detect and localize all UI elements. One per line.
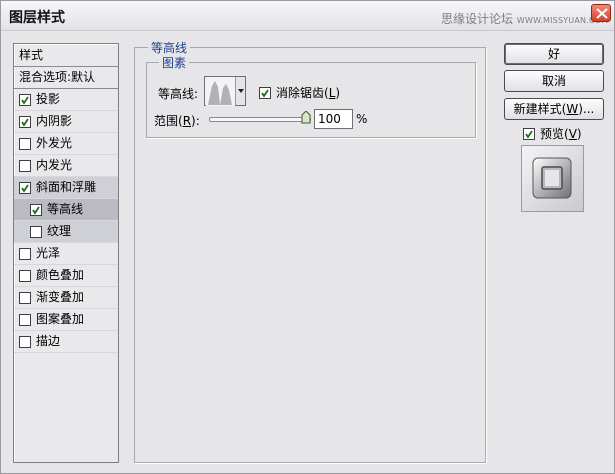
style-item-gradient-overlay[interactable]: 渐变叠加 bbox=[14, 287, 118, 309]
antialias-label: 消除锯齿(L) bbox=[276, 84, 340, 101]
ok-button[interactable]: 好 bbox=[504, 43, 604, 65]
gradient-overlay-checkbox[interactable] bbox=[19, 291, 31, 304]
preview-label-suffix: ) bbox=[576, 127, 582, 141]
style-item-drop-shadow[interactable]: 投影 bbox=[14, 89, 118, 111]
style-item-color-overlay[interactable]: 颜色叠加 bbox=[14, 265, 118, 287]
style-item-pattern-overlay[interactable]: 图案叠加 bbox=[14, 309, 118, 331]
style-item-inner-shadow[interactable]: 内阴影 bbox=[14, 111, 118, 133]
range-label-suffix: ): bbox=[191, 114, 200, 128]
style-item-label: 纹理 bbox=[47, 224, 72, 238]
texture-checkbox[interactable] bbox=[30, 225, 42, 238]
drop-shadow-checkbox[interactable] bbox=[19, 93, 31, 106]
contour-dropdown-arrow[interactable] bbox=[235, 77, 245, 105]
title-bar: 图层样式 思缘设计论坛 WWW.MISSYUAN.COM bbox=[1, 1, 614, 31]
antialias-option[interactable]: 消除锯齿(L) bbox=[259, 84, 340, 101]
antialias-label-close: ) bbox=[335, 86, 341, 100]
contour-checkbox[interactable] bbox=[30, 203, 42, 216]
range-slider[interactable] bbox=[209, 117, 311, 122]
new-style-accesskey: W bbox=[566, 102, 579, 116]
inner-shadow-checkbox[interactable] bbox=[19, 115, 31, 128]
style-item-label: 颜色叠加 bbox=[36, 268, 85, 282]
chevron-down-icon bbox=[238, 89, 244, 93]
preview-accesskey: V bbox=[568, 127, 577, 141]
pattern-overlay-checkbox[interactable] bbox=[19, 313, 31, 326]
preview-label: 预览(V) bbox=[540, 125, 582, 142]
antialias-label-text: 消除锯齿( bbox=[276, 86, 329, 100]
watermark-text: 思缘设计论坛 bbox=[441, 12, 514, 26]
contour-label: 等高线: bbox=[158, 87, 199, 101]
style-item-label: 外发光 bbox=[36, 136, 73, 150]
style-item-satin[interactable]: 光泽 bbox=[14, 243, 118, 265]
color-overlay-checkbox[interactable] bbox=[19, 269, 31, 282]
style-item-label: 内发光 bbox=[36, 158, 73, 172]
slider-thumb-icon[interactable] bbox=[301, 111, 311, 124]
stroke-checkbox[interactable] bbox=[19, 335, 31, 348]
style-item-contour[interactable]: 等高线 bbox=[14, 199, 118, 221]
style-item-label: 图案叠加 bbox=[36, 312, 85, 326]
style-item-label: 光泽 bbox=[36, 246, 61, 260]
close-button[interactable] bbox=[591, 4, 611, 22]
elements-group-title: 图素 bbox=[159, 54, 190, 71]
range-input[interactable]: 100 bbox=[314, 109, 353, 129]
style-item-texture[interactable]: 纹理 bbox=[14, 221, 118, 243]
style-item-outer-glow[interactable]: 外发光 bbox=[14, 133, 118, 155]
cancel-button[interactable]: 取消 bbox=[504, 70, 604, 92]
style-item-label: 等高线 bbox=[47, 202, 84, 216]
blend-options-item[interactable]: 混合选项:默认 bbox=[14, 67, 118, 89]
contour-picker[interactable] bbox=[204, 76, 246, 106]
contour-curve-icon bbox=[206, 78, 235, 106]
range-label-prefix: 范围( bbox=[154, 114, 183, 128]
new-style-label-prefix: 新建样式( bbox=[513, 102, 567, 116]
watermark: 思缘设计论坛 WWW.MISSYUAN.COM bbox=[441, 10, 608, 27]
satin-checkbox[interactable] bbox=[19, 247, 31, 260]
range-label: 范围(R): bbox=[154, 112, 200, 129]
new-style-label-suffix: )... bbox=[578, 102, 595, 116]
preview-option[interactable]: 预览(V) bbox=[523, 125, 582, 142]
close-icon bbox=[596, 8, 608, 19]
antialias-checkbox[interactable] bbox=[259, 86, 271, 99]
style-item-bevel-emboss[interactable]: 斜面和浮雕 bbox=[14, 177, 118, 199]
new-style-button[interactable]: 新建样式(W)... bbox=[504, 98, 604, 120]
inner-glow-checkbox[interactable] bbox=[19, 159, 31, 172]
style-item-label: 内阴影 bbox=[36, 114, 73, 128]
style-item-inner-glow[interactable]: 内发光 bbox=[14, 155, 118, 177]
preview-label-prefix: 预览( bbox=[540, 127, 569, 141]
style-item-label: 斜面和浮雕 bbox=[36, 180, 97, 194]
percent-unit: % bbox=[356, 112, 368, 126]
style-item-stroke[interactable]: 描边 bbox=[14, 331, 118, 353]
range-accesskey: R bbox=[182, 114, 192, 128]
style-item-label: 描边 bbox=[36, 334, 61, 348]
styles-list: 样式 混合选项:默认 投影 内阴影 外发光 内发光 斜面和浮雕 等高线 纹理 光… bbox=[13, 43, 119, 463]
outer-glow-checkbox[interactable] bbox=[19, 137, 31, 150]
style-item-label: 投影 bbox=[36, 92, 61, 106]
preview-checkbox[interactable] bbox=[523, 127, 535, 140]
styles-header[interactable]: 样式 bbox=[14, 44, 118, 67]
style-item-label: 渐变叠加 bbox=[36, 290, 85, 304]
dialog-title: 图层样式 bbox=[9, 10, 65, 26]
bevel-emboss-checkbox[interactable] bbox=[19, 181, 31, 194]
layer-style-dialog: 图层样式 思缘设计论坛 WWW.MISSYUAN.COM 样式 混合选项:默认 … bbox=[0, 0, 615, 474]
style-preview-thumbnail bbox=[521, 145, 584, 212]
preview-swatch-icon bbox=[532, 157, 572, 199]
